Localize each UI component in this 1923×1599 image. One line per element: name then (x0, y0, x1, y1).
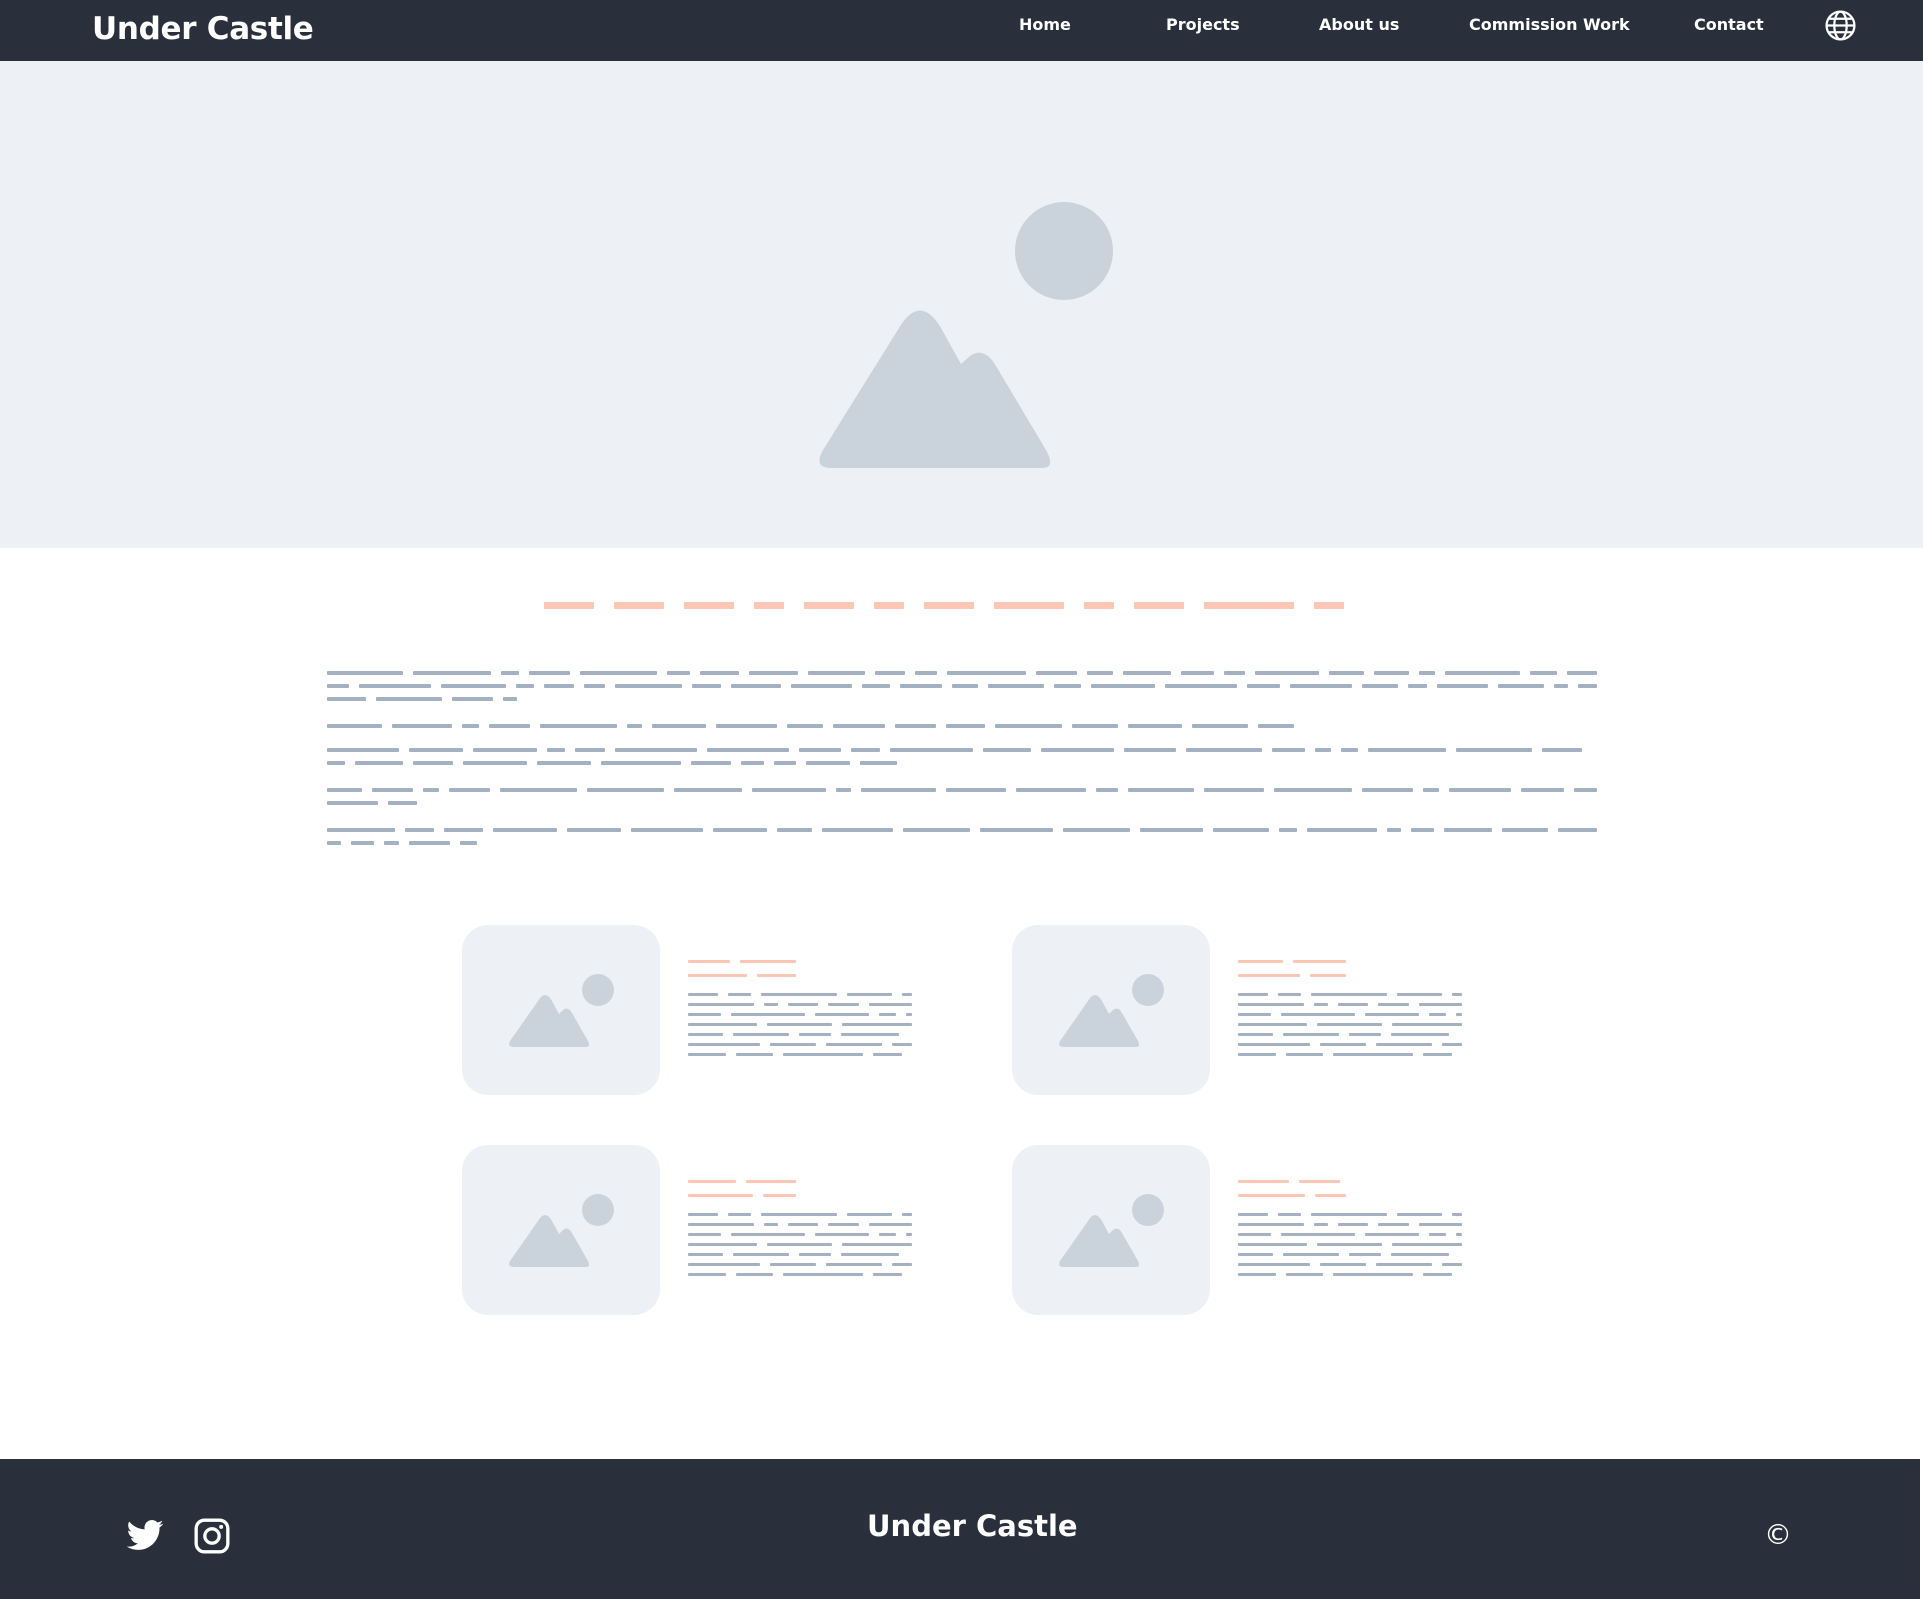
text-line-placeholder (688, 1233, 912, 1236)
text-line-placeholder (688, 1053, 912, 1056)
text-line-placeholder (327, 684, 1597, 688)
hero-banner (0, 61, 1923, 548)
text-line-placeholder (1238, 1003, 1462, 1006)
text-line-placeholder (688, 1194, 796, 1197)
text-line-placeholder (327, 671, 1597, 675)
card-image[interactable] (1012, 1145, 1210, 1315)
heading-placeholder (544, 602, 1344, 609)
text-line-placeholder (1238, 960, 1346, 963)
text-line-placeholder (688, 1003, 912, 1006)
text-line-placeholder (688, 1223, 912, 1226)
text-line-placeholder (1238, 1013, 1462, 1016)
text-line-placeholder (1238, 1263, 1462, 1266)
text-line-placeholder (1238, 1043, 1462, 1046)
instagram-icon[interactable] (192, 1516, 232, 1556)
card-image[interactable] (462, 925, 660, 1095)
text-line-placeholder (688, 993, 912, 996)
text-line-placeholder (688, 1243, 912, 1246)
text-line-placeholder (327, 761, 897, 765)
text-line-placeholder (688, 1033, 912, 1036)
image-placeholder-icon (509, 1194, 614, 1267)
image-placeholder-icon (1059, 1194, 1164, 1267)
twitter-icon[interactable] (125, 1516, 165, 1556)
nav-home[interactable]: Home (1019, 14, 1071, 36)
text-line-placeholder (1238, 1213, 1462, 1216)
text-line-placeholder (688, 974, 796, 977)
text-line-placeholder (1238, 993, 1462, 996)
image-placeholder-icon (1059, 974, 1164, 1047)
globe-icon[interactable] (1824, 9, 1857, 42)
text-line-placeholder (1238, 1194, 1346, 1197)
text-line-placeholder (327, 788, 1597, 792)
brand-logo[interactable]: Under Castle (92, 9, 314, 49)
text-line-placeholder (327, 841, 477, 845)
text-line-placeholder (327, 748, 1597, 752)
text-line-placeholder (1238, 1233, 1462, 1236)
text-line-placeholder (1238, 1253, 1462, 1256)
top-navbar: Under Castle Home Projects About us Comm… (0, 0, 1923, 61)
text-line-placeholder (327, 724, 1297, 728)
nav-commission-work[interactable]: Commission Work (1469, 14, 1630, 36)
footer-brand: Under Castle (867, 1509, 1078, 1543)
image-placeholder-icon (509, 974, 614, 1047)
text-line-placeholder (688, 1263, 912, 1266)
copyright-symbol: © (1764, 1518, 1792, 1551)
text-line-placeholder (688, 1180, 796, 1183)
nav-contact[interactable]: Contact (1694, 14, 1764, 36)
card-image[interactable] (462, 1145, 660, 1315)
nav-projects[interactable]: Projects (1166, 14, 1240, 36)
text-line-placeholder (1238, 1023, 1462, 1026)
text-line-placeholder (1238, 1180, 1346, 1183)
text-line-placeholder (688, 1023, 912, 1026)
text-line-placeholder (1238, 1273, 1462, 1276)
text-line-placeholder (688, 1013, 912, 1016)
text-line-placeholder (688, 1253, 912, 1256)
text-line-placeholder (1238, 1223, 1462, 1226)
text-line-placeholder (688, 1213, 912, 1216)
text-line-placeholder (688, 1043, 912, 1046)
nav-about-us[interactable]: About us (1319, 14, 1399, 36)
text-line-placeholder (1238, 1243, 1462, 1246)
card-image[interactable] (1012, 925, 1210, 1095)
image-placeholder-icon (819, 202, 1113, 468)
text-line-placeholder (327, 801, 417, 805)
text-line-placeholder (688, 1273, 912, 1276)
text-line-placeholder (1238, 974, 1346, 977)
text-line-placeholder (688, 960, 796, 963)
text-line-placeholder (327, 828, 1597, 832)
text-line-placeholder (1238, 1033, 1462, 1036)
text-line-placeholder (1238, 1053, 1462, 1056)
text-line-placeholder (327, 697, 517, 701)
